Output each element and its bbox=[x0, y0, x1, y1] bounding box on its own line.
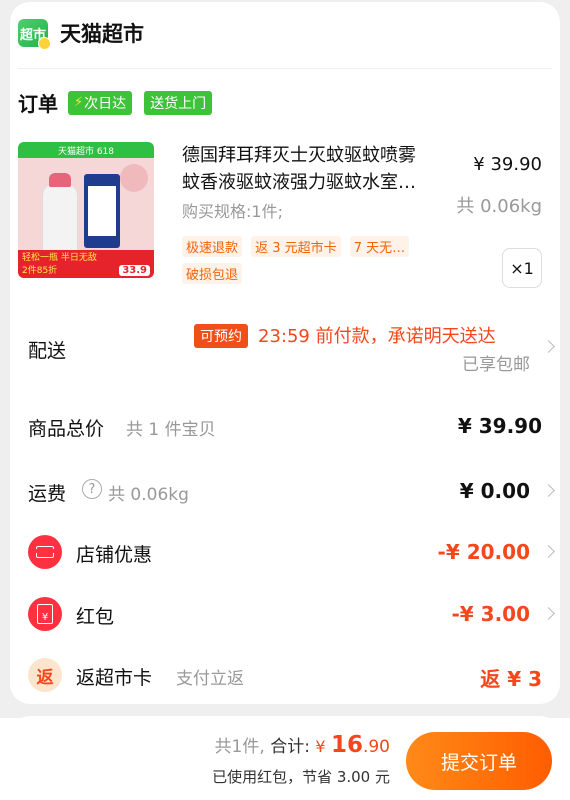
free-shipping-note: 已享包邮 bbox=[462, 355, 530, 375]
help-icon[interactable]: ? bbox=[82, 479, 102, 499]
savings-note: 已使用红包，节省 3.00 元 bbox=[212, 768, 390, 786]
shipping-label: 运费 bbox=[28, 483, 67, 505]
total-amount: 16 bbox=[330, 732, 363, 758]
image-banner: 天猫超市 618 bbox=[18, 142, 154, 158]
smile-icon bbox=[38, 37, 51, 50]
service-tag: 7 天无… bbox=[349, 236, 410, 257]
currency-symbol: ¥ bbox=[315, 737, 326, 756]
coupon-icon bbox=[28, 535, 62, 569]
red-packet-label: 红包 bbox=[76, 606, 115, 628]
service-tag: 极速退款 bbox=[182, 236, 243, 257]
store-header[interactable]: 超市 天猫超市 bbox=[18, 18, 144, 50]
product-price: ¥ 39.90 bbox=[473, 154, 542, 175]
store-discount-label: 店铺优惠 bbox=[76, 544, 153, 566]
product-weight: 共 0.06kg bbox=[456, 196, 542, 217]
next-day-text: 次日达 bbox=[84, 95, 127, 112]
submit-order-button[interactable]: 提交订单 bbox=[406, 732, 552, 790]
shipping-weight: 共 0.06kg bbox=[108, 485, 189, 505]
red-packet-value[interactable]: -¥ 3.00 bbox=[451, 602, 530, 626]
next-day-tag: ⚡ 次日达 bbox=[68, 90, 133, 115]
product-title[interactable]: 德国拜耳拜灭士灭蚊驱蚊喷雾 蚊香液驱蚊液强力驱蚊水室… bbox=[182, 142, 457, 196]
shipping-value: ¥ 0.00 bbox=[459, 479, 530, 503]
total-label: 合计: bbox=[270, 737, 310, 757]
service-tags[interactable]: 极速退款 返 3 元超市卡 7 天无… 破损包退 bbox=[182, 236, 442, 290]
cashback-icon: 返 bbox=[28, 658, 62, 692]
goods-total-value: ¥ 39.90 bbox=[457, 414, 542, 438]
reserve-badge: 可预约 bbox=[194, 324, 248, 348]
cashback-value: 返 ¥ 3 bbox=[480, 667, 542, 691]
service-tag: 返 3 元超市卡 bbox=[251, 236, 341, 257]
product-image[interactable]: 天猫超市 618 轻松一瓶 半日无敌 2件85折 33.9 bbox=[18, 142, 154, 278]
total-decimal: .90 bbox=[362, 737, 390, 757]
checkout-bar: 共1件, 合计: ¥ 16.90 已使用红包，节省 3.00 元 提交订单 bbox=[0, 718, 570, 800]
spray-bottle-graphic bbox=[42, 173, 78, 254]
box-graphic bbox=[84, 174, 120, 248]
cashback-label: 返超市卡 bbox=[76, 667, 153, 689]
lightning-icon: ⚡ bbox=[74, 95, 84, 110]
goods-count: 共 1 件宝贝 bbox=[126, 420, 216, 440]
door-delivery-tag: 送货上门 bbox=[144, 90, 213, 115]
tmall-supermarket-logo: 超市 bbox=[18, 19, 51, 50]
red-packet-icon: ¥ bbox=[28, 597, 62, 631]
order-header: 订单 ⚡ 次日达 送货上门 bbox=[18, 88, 224, 117]
cashback-note: 支付立返 bbox=[176, 669, 244, 689]
product-title-line2: 蚊香液驱蚊液强力驱蚊水室… bbox=[182, 172, 416, 193]
delivery-label: 配送 bbox=[28, 340, 67, 362]
delivery-promise[interactable]: 23:59 前付款，承诺明天送达 bbox=[258, 322, 496, 348]
store-name: 天猫超市 bbox=[60, 22, 144, 46]
service-tag: 破损包退 bbox=[182, 263, 243, 284]
flower-graphic bbox=[120, 164, 148, 192]
goods-total-label: 商品总价 bbox=[28, 418, 105, 440]
total-line: 共1件, 合计: ¥ 16.90 bbox=[215, 732, 390, 758]
image-slogan: 轻松一瓶 半日无敌 bbox=[22, 253, 97, 263]
quantity-stepper[interactable]: ×1 bbox=[502, 248, 542, 288]
order-label: 订单 bbox=[18, 92, 58, 116]
divider bbox=[18, 68, 552, 69]
product-spec: 购买规格:1件; bbox=[182, 202, 283, 221]
store-discount-value[interactable]: -¥ 20.00 bbox=[438, 540, 530, 564]
image-price-badge: 33.9 bbox=[119, 265, 150, 276]
item-count: 共1件, bbox=[214, 737, 265, 757]
product-title-line1: 德国拜耳拜灭士灭蚊驱蚊喷雾 bbox=[182, 145, 416, 166]
